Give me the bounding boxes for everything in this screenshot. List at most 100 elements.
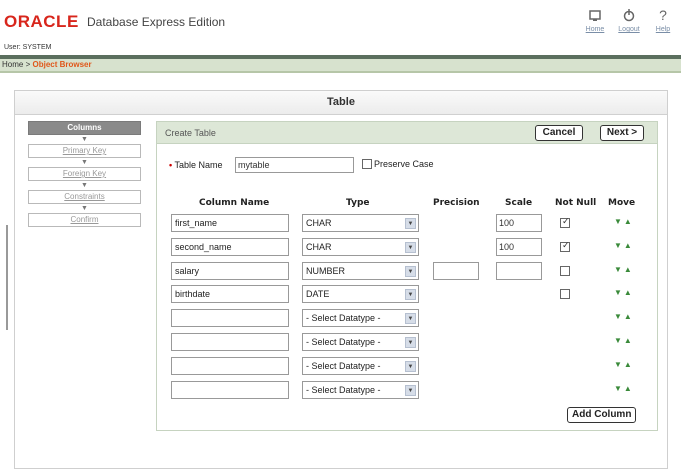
preserve-case[interactable]: Preserve Case — [362, 159, 434, 169]
form-title: Create Table — [165, 128, 216, 138]
header-scale: Scale — [505, 198, 533, 208]
table-row: salary NUMBER ▼ ▼▲ — [157, 262, 657, 280]
datatype-value: CHAR — [306, 218, 332, 228]
table-row: - Select Datatype - ▼ ▼▲ — [157, 357, 657, 375]
logout-icon[interactable] — [621, 6, 637, 24]
datatype-value: - Select Datatype - — [306, 337, 381, 347]
table-row: first_name CHAR ▼ 100 ▼▲ — [157, 214, 657, 232]
step-arrow-icon: ▼ — [81, 159, 88, 166]
column-name-input[interactable]: birthdate — [171, 285, 289, 303]
column-name-input[interactable] — [171, 357, 289, 375]
app-header: ORACLE Database Express Edition Home Log… — [0, 0, 681, 56]
datatype-select[interactable]: DATE ▼ — [302, 285, 419, 303]
help-link[interactable]: ? Help — [649, 6, 677, 33]
move-arrows-icon[interactable]: ▼▲ — [614, 265, 634, 274]
create-table-form: Create Table Cancel Next > • Table Name … — [156, 121, 658, 431]
datatype-value: DATE — [306, 289, 330, 299]
header-precision: Precision — [433, 198, 480, 208]
current-user: User: SYSTEM — [4, 44, 52, 51]
logout-link[interactable]: Logout — [615, 6, 643, 33]
oracle-logo: ORACLE — [4, 12, 79, 31]
chevron-down-icon[interactable]: ▼ — [405, 385, 416, 396]
preserve-case-checkbox[interactable] — [362, 159, 372, 169]
chevron-down-icon[interactable]: ▼ — [405, 218, 416, 229]
scale-input[interactable] — [496, 262, 542, 280]
help-link-label[interactable]: Help — [656, 26, 670, 33]
scale-input[interactable]: 100 — [496, 238, 542, 256]
home-link[interactable]: Home — [581, 6, 609, 33]
column-name-input[interactable] — [171, 381, 289, 399]
datatype-select[interactable]: CHAR ▼ — [302, 214, 419, 232]
move-arrows-icon[interactable]: ▼▲ — [614, 360, 634, 369]
column-name-input[interactable] — [171, 333, 289, 351]
next-button[interactable]: Next > — [600, 125, 644, 141]
preserve-case-label: Preserve Case — [374, 159, 434, 169]
page-title: Table — [15, 91, 667, 115]
home-link-label[interactable]: Home — [586, 26, 605, 33]
table-name-text: Table Name — [174, 160, 223, 170]
required-icon: • — [169, 160, 173, 170]
table-wizard-panel: Table Columns ▼ Primary Key ▼ Foreign Ke… — [14, 90, 668, 469]
not-null-checkbox[interactable] — [560, 240, 570, 252]
column-name-input[interactable] — [171, 309, 289, 327]
table-name-input[interactable]: mytable — [235, 157, 354, 173]
table-row: - Select Datatype - ▼ ▼▲ — [157, 381, 657, 399]
column-name-input[interactable]: first_name — [171, 214, 289, 232]
breadcrumb-divider — [0, 71, 681, 73]
header-links: Home Logout ? Help — [581, 6, 677, 33]
move-arrows-icon[interactable]: ▼▲ — [614, 384, 634, 393]
precision-input[interactable] — [433, 262, 479, 280]
not-null-checkbox[interactable] — [560, 289, 570, 299]
move-arrows-icon[interactable]: ▼▲ — [614, 288, 634, 297]
chevron-down-icon[interactable]: ▼ — [405, 337, 416, 348]
table-name-label: • Table Name — [169, 160, 223, 170]
step-constraints[interactable]: Constraints — [28, 190, 141, 204]
not-null-checkbox[interactable] — [560, 266, 570, 276]
table-row: - Select Datatype - ▼ ▼▲ — [157, 309, 657, 327]
chevron-down-icon[interactable]: ▼ — [405, 289, 416, 300]
breadcrumb-home[interactable]: Home — [2, 60, 23, 69]
breadcrumb-separator: > — [25, 60, 31, 69]
datatype-value: - Select Datatype - — [306, 361, 381, 371]
move-arrows-icon[interactable]: ▼▲ — [614, 312, 634, 321]
table-row: birthdate DATE ▼ ▼▲ — [157, 285, 657, 303]
datatype-select[interactable]: - Select Datatype - ▼ — [302, 309, 419, 327]
step-foreign-key[interactable]: Foreign Key — [28, 167, 141, 181]
help-icon[interactable]: ? — [655, 6, 671, 24]
table-row: second_name CHAR ▼ 100 ▼▲ — [157, 238, 657, 256]
chevron-down-icon[interactable]: ▼ — [405, 361, 416, 372]
header-move: Move — [608, 198, 636, 208]
datatype-value: CHAR — [306, 242, 332, 252]
wizard-steps: Columns ▼ Primary Key ▼ Foreign Key ▼ Co… — [28, 121, 141, 227]
chevron-down-icon[interactable]: ▼ — [405, 313, 416, 324]
move-arrows-icon[interactable]: ▼▲ — [614, 217, 634, 226]
sidebar-collapse-handle[interactable] — [6, 225, 10, 330]
scale-input[interactable]: 100 — [496, 214, 542, 232]
add-column-button[interactable]: Add Column — [567, 407, 637, 423]
datatype-select[interactable]: - Select Datatype - ▼ — [302, 381, 419, 399]
step-primary-key[interactable]: Primary Key — [28, 144, 141, 158]
chevron-down-icon[interactable]: ▼ — [405, 266, 416, 277]
not-null-checkbox[interactable] — [560, 216, 570, 228]
home-icon[interactable] — [587, 6, 603, 24]
step-columns[interactable]: Columns — [28, 121, 141, 135]
cancel-button[interactable]: Cancel — [535, 125, 583, 141]
breadcrumb-current[interactable]: Object Browser — [32, 60, 91, 69]
step-arrow-icon: ▼ — [81, 182, 88, 189]
column-name-input[interactable]: second_name — [171, 238, 289, 256]
datatype-select[interactable]: CHAR ▼ — [302, 238, 419, 256]
step-arrow-icon: ▼ — [81, 136, 88, 143]
table-row: - Select Datatype - ▼ ▼▲ — [157, 333, 657, 351]
breadcrumb: Home > Object Browser — [0, 59, 681, 71]
datatype-select[interactable]: - Select Datatype - ▼ — [302, 357, 419, 375]
chevron-down-icon[interactable]: ▼ — [405, 242, 416, 253]
logout-link-label[interactable]: Logout — [618, 26, 639, 33]
column-name-input[interactable]: salary — [171, 262, 289, 280]
move-arrows-icon[interactable]: ▼▲ — [614, 336, 634, 345]
datatype-select[interactable]: - Select Datatype - ▼ — [302, 333, 419, 351]
datatype-value: - Select Datatype - — [306, 313, 381, 323]
step-confirm[interactable]: Confirm — [28, 213, 141, 227]
product-name: Database Express Edition — [87, 15, 226, 29]
datatype-select[interactable]: NUMBER ▼ — [302, 262, 419, 280]
move-arrows-icon[interactable]: ▼▲ — [614, 241, 634, 250]
